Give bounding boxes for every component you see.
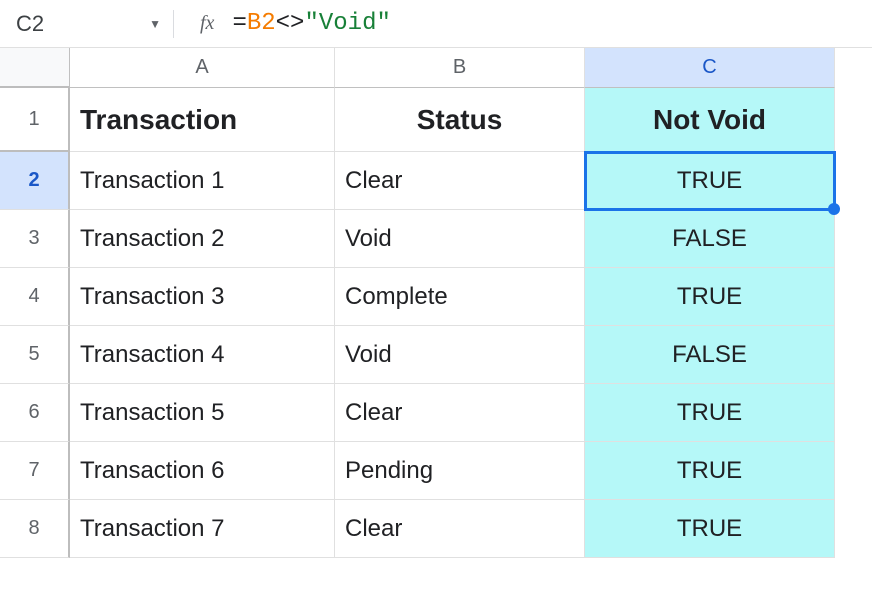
- cell-B1[interactable]: Status: [335, 88, 585, 152]
- row-header-1[interactable]: 1: [0, 88, 70, 152]
- divider: [173, 10, 174, 38]
- cell-A7[interactable]: Transaction 6: [70, 442, 335, 500]
- formula-string: "Void": [304, 10, 390, 37]
- select-all-corner[interactable]: [0, 48, 70, 88]
- cell-A6[interactable]: Transaction 5: [70, 384, 335, 442]
- column-header-row: A B C: [0, 48, 872, 88]
- chevron-down-icon[interactable]: ▼: [149, 17, 161, 31]
- spreadsheet-grid: A B C 1 Transaction Status Not Void 2 Tr…: [0, 48, 872, 558]
- cell-C1[interactable]: Not Void: [585, 88, 835, 152]
- formula-bar: C2 ▼ fx =B2<>"Void": [0, 0, 872, 48]
- cell-reference: C2: [16, 11, 44, 37]
- table-row: 4 Transaction 3 Complete TRUE: [0, 268, 872, 326]
- table-row: 3 Transaction 2 Void FALSE: [0, 210, 872, 268]
- cell-C5[interactable]: FALSE: [585, 326, 835, 384]
- row-header-7[interactable]: 7: [0, 442, 70, 500]
- cell-value: TRUE: [677, 167, 742, 195]
- cell-C3[interactable]: FALSE: [585, 210, 835, 268]
- formula-operator: <>: [276, 10, 305, 37]
- row-header-4[interactable]: 4: [0, 268, 70, 326]
- column-header-A[interactable]: A: [70, 48, 335, 88]
- cell-B3[interactable]: Void: [335, 210, 585, 268]
- cell-C8[interactable]: TRUE: [585, 500, 835, 558]
- row-header-2[interactable]: 2: [0, 152, 70, 210]
- table-row: 1 Transaction Status Not Void: [0, 88, 872, 152]
- column-header-B[interactable]: B: [335, 48, 585, 88]
- cell-A4[interactable]: Transaction 3: [70, 268, 335, 326]
- cell-B8[interactable]: Clear: [335, 500, 585, 558]
- name-box[interactable]: C2 ▼: [8, 11, 173, 37]
- cell-A5[interactable]: Transaction 4: [70, 326, 335, 384]
- cell-C2[interactable]: TRUE: [585, 152, 835, 210]
- formula-input[interactable]: =B2<>"Void": [232, 10, 390, 37]
- row-header-3[interactable]: 3: [0, 210, 70, 268]
- cell-C7[interactable]: TRUE: [585, 442, 835, 500]
- row-header-6[interactable]: 6: [0, 384, 70, 442]
- cell-C6[interactable]: TRUE: [585, 384, 835, 442]
- formula-cell-ref: B2: [247, 10, 276, 37]
- fill-handle[interactable]: [828, 203, 840, 215]
- row-header-5[interactable]: 5: [0, 326, 70, 384]
- cell-A8[interactable]: Transaction 7: [70, 500, 335, 558]
- cell-A1[interactable]: Transaction: [70, 88, 335, 152]
- table-row: 6 Transaction 5 Clear TRUE: [0, 384, 872, 442]
- row-header-8[interactable]: 8: [0, 500, 70, 558]
- cell-B5[interactable]: Void: [335, 326, 585, 384]
- table-row: 2 Transaction 1 Clear TRUE: [0, 152, 872, 210]
- cell-B2[interactable]: Clear: [335, 152, 585, 210]
- cell-B6[interactable]: Clear: [335, 384, 585, 442]
- table-row: 8 Transaction 7 Clear TRUE: [0, 500, 872, 558]
- cell-A2[interactable]: Transaction 1: [70, 152, 335, 210]
- table-row: 5 Transaction 4 Void FALSE: [0, 326, 872, 384]
- cell-B7[interactable]: Pending: [335, 442, 585, 500]
- formula-equals: =: [232, 10, 246, 37]
- fx-icon: fx: [200, 12, 214, 35]
- column-header-C[interactable]: C: [585, 48, 835, 88]
- table-row: 7 Transaction 6 Pending TRUE: [0, 442, 872, 500]
- cell-C4[interactable]: TRUE: [585, 268, 835, 326]
- cell-A3[interactable]: Transaction 2: [70, 210, 335, 268]
- cell-B4[interactable]: Complete: [335, 268, 585, 326]
